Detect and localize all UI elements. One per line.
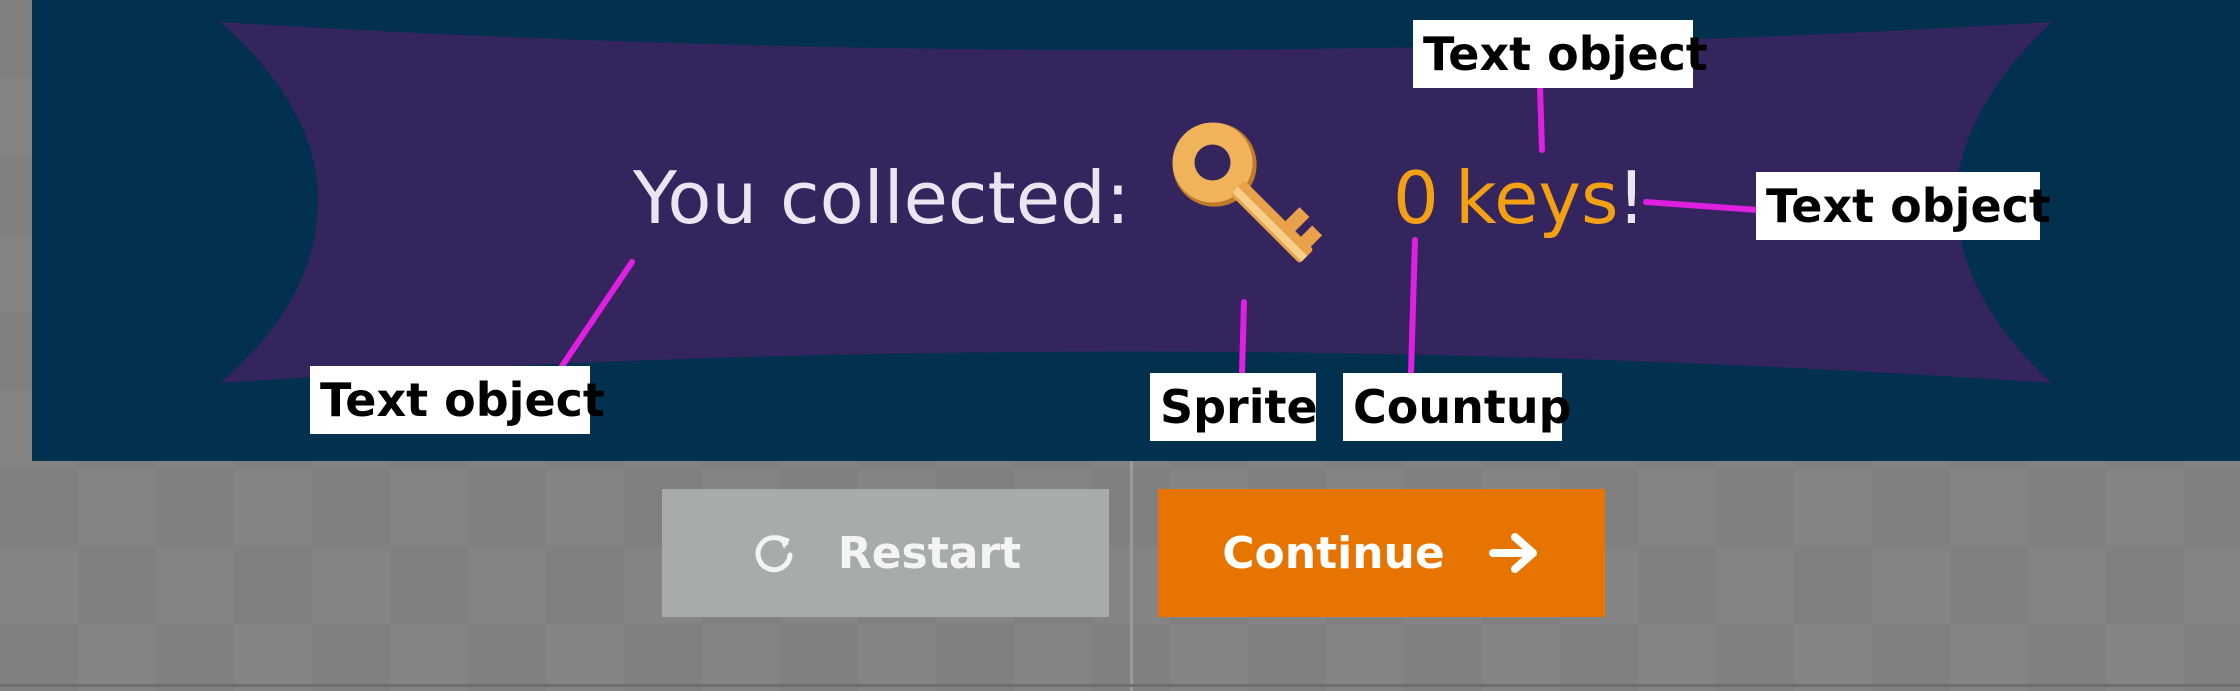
keys-text: keys [1455, 156, 1619, 240]
callout-exclamation-text-object: Text object [1756, 172, 2051, 240]
continue-label: Continue [1222, 527, 1445, 579]
toolbar-divider [1130, 461, 1133, 691]
exclamation-text: ! [1617, 156, 1646, 240]
key-icon [1172, 122, 1323, 263]
restart-button[interactable]: Restart [662, 489, 1109, 617]
restart-label: Restart [837, 527, 1022, 579]
countup-value: 0 [1393, 156, 1439, 240]
continue-button[interactable]: Continue [1158, 489, 1605, 617]
restart-icon [750, 529, 798, 577]
collected-message-text: You collected: [633, 156, 1131, 240]
bottom-edge-line [0, 684, 2240, 687]
callout-keys-text-object: Text object [1413, 20, 1708, 88]
arrow-right-icon [1488, 531, 1541, 575]
callout-countup: Countup [1343, 373, 1572, 441]
callout-sprite: Sprite [1150, 373, 1318, 441]
callout-message-text-object: Text object [310, 366, 605, 434]
